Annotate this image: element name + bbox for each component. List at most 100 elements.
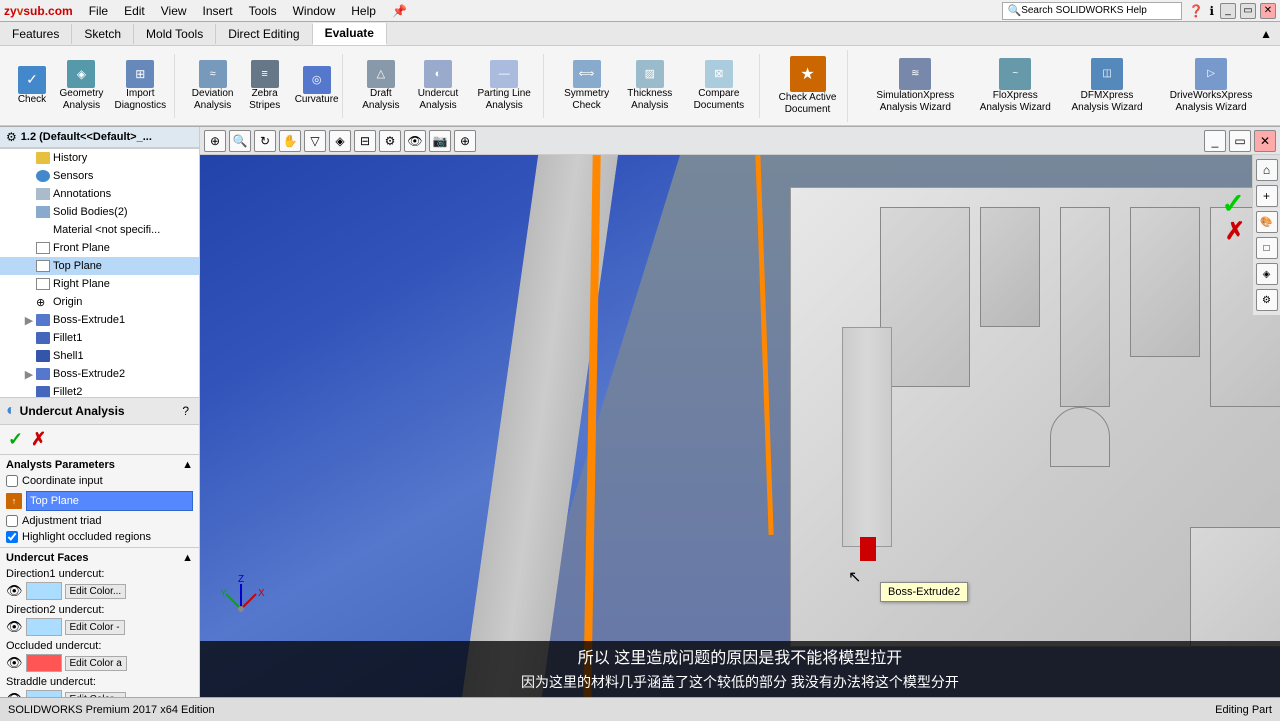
display-style-button[interactable]: ◈ bbox=[329, 130, 351, 152]
cancel-button[interactable]: ✗ bbox=[31, 429, 46, 450]
tree-item-annotations[interactable]: Annotations bbox=[0, 185, 199, 203]
params-collapse-button[interactable]: ▲ bbox=[182, 459, 193, 471]
occluded-count[interactable]: 153 bbox=[26, 654, 62, 672]
vp-close-button[interactable]: ✕ bbox=[1254, 130, 1276, 152]
close-button[interactable]: ✕ bbox=[1260, 3, 1276, 19]
pull-direction-input[interactable] bbox=[26, 491, 193, 511]
tree-item-shell1[interactable]: Shell1 bbox=[0, 347, 199, 365]
tab-mold-tools[interactable]: Mold Tools bbox=[134, 24, 216, 44]
tree-item-material[interactable]: Material <not specifi... bbox=[0, 221, 199, 239]
tree-item-history[interactable]: History bbox=[0, 149, 199, 167]
compare-documents-button[interactable]: ⊠ Compare Documents bbox=[685, 58, 753, 114]
vp-maximize-button[interactable]: ▭ bbox=[1229, 130, 1251, 152]
view-cube-button[interactable]: □ bbox=[1256, 237, 1278, 259]
pan-button[interactable]: ✋ bbox=[279, 130, 301, 152]
simulation-xpress-button[interactable]: ≋ SimulationXpress Analysis Wizard bbox=[862, 56, 969, 116]
tree-expander[interactable] bbox=[22, 295, 36, 309]
tab-sketch[interactable]: Sketch bbox=[72, 24, 134, 44]
info-icon[interactable]: ℹ bbox=[1209, 4, 1214, 18]
check-active-document-button[interactable]: ★ Check ActiveDocument bbox=[775, 54, 841, 118]
zoom-button[interactable]: + bbox=[1256, 185, 1278, 207]
vp-minimize-button[interactable]: _ bbox=[1204, 130, 1226, 152]
tree-item-right-plane[interactable]: Right Plane bbox=[0, 275, 199, 293]
tree-expander[interactable] bbox=[22, 385, 36, 398]
pull-direction-icon[interactable]: ↑ bbox=[6, 493, 22, 509]
appearance-button[interactable]: 🎨 bbox=[1256, 211, 1278, 233]
tree-item-front-plane[interactable]: Front Plane bbox=[0, 239, 199, 257]
tree-expander[interactable] bbox=[22, 187, 36, 201]
import-diagnostics-button[interactable]: ⊞ Import Diagnostics bbox=[113, 58, 168, 114]
tree-expander[interactable] bbox=[22, 241, 36, 255]
restore-button[interactable]: ▭ bbox=[1240, 3, 1256, 19]
curvature-button[interactable]: ◎ Curvature bbox=[293, 64, 341, 108]
view-selector-button[interactable]: ▽ bbox=[304, 130, 326, 152]
undercut-collapse-button[interactable]: ▲ bbox=[182, 552, 193, 564]
render-button[interactable]: ◈ bbox=[1256, 263, 1278, 285]
geometry-analysis-button[interactable]: ◈ Geometry Analysis bbox=[54, 58, 109, 114]
tree-expander[interactable] bbox=[22, 349, 36, 363]
tree-item-fillet2[interactable]: Fillet2 bbox=[0, 383, 199, 398]
tree-item-top-plane[interactable]: Top Plane bbox=[0, 257, 199, 275]
eye-icon-2[interactable]: 👁 bbox=[6, 619, 23, 635]
tree-expander[interactable] bbox=[22, 259, 36, 273]
menu-help[interactable]: Help bbox=[343, 2, 384, 20]
tree-expander[interactable] bbox=[22, 277, 36, 291]
confirm-button[interactable]: ✓ bbox=[8, 429, 23, 450]
rotate-button[interactable]: ↻ bbox=[254, 130, 276, 152]
pin-icon[interactable]: 📌 bbox=[392, 4, 407, 18]
tree-item-fillet1[interactable]: Fillet1 bbox=[0, 329, 199, 347]
eye-icon-4[interactable]: 👁 bbox=[6, 691, 23, 697]
search-input[interactable] bbox=[1021, 5, 1161, 16]
direction2-count[interactable]: 0 bbox=[26, 618, 62, 636]
edit-color-3-button[interactable]: Edit Color a bbox=[65, 656, 127, 671]
help-icon[interactable]: ❓ bbox=[1188, 4, 1203, 18]
menu-window[interactable]: Window bbox=[285, 2, 344, 20]
tree-item-boss-extrude2[interactable]: ▶ Boss-Extrude2 bbox=[0, 365, 199, 383]
menu-edit[interactable]: Edit bbox=[116, 2, 153, 20]
tree-expander[interactable] bbox=[22, 205, 36, 219]
edit-color-2-button[interactable]: Edit Color - bbox=[65, 620, 125, 635]
tree-expander[interactable]: ▶ bbox=[22, 313, 36, 327]
zebra-stripes-button[interactable]: ≡ Zebra Stripes bbox=[241, 58, 289, 114]
tree-expander[interactable] bbox=[22, 331, 36, 345]
tree-item-sensors[interactable]: Sensors bbox=[0, 167, 199, 185]
undercut-analysis-button[interactable]: ◐ Undercut Analysis bbox=[409, 58, 467, 114]
viewport[interactable]: ⊕ 🔍 ↻ ✋ ▽ ◈ ⊟ ⚙ 👁 📷 ⊕ _ ▭ ✕ bbox=[200, 127, 1280, 697]
tab-evaluate[interactable]: Evaluate bbox=[313, 23, 387, 45]
adjustment-checkbox[interactable] bbox=[6, 515, 18, 527]
analysis-help-button[interactable]: ? bbox=[182, 404, 189, 418]
tree-item-solid-bodies[interactable]: Solid Bodies(2) bbox=[0, 203, 199, 221]
deviation-analysis-button[interactable]: ≈ Deviation Analysis bbox=[189, 58, 237, 114]
direction1-count[interactable]: 0 bbox=[26, 582, 62, 600]
home-view-button[interactable]: ⌂ bbox=[1256, 159, 1278, 181]
parting-line-analysis-button[interactable]: — Parting Line Analysis bbox=[471, 58, 537, 114]
tree-expander[interactable] bbox=[22, 223, 36, 237]
hide-show-button[interactable]: 👁 bbox=[404, 130, 426, 152]
menu-view[interactable]: View bbox=[153, 2, 195, 20]
menu-insert[interactable]: Insert bbox=[195, 2, 241, 20]
zoom-to-fit-button[interactable]: ⊕ bbox=[204, 130, 226, 152]
coordinate-checkbox[interactable] bbox=[6, 475, 18, 487]
view-options-button[interactable]: ⚙ bbox=[379, 130, 401, 152]
tab-features[interactable]: Features bbox=[0, 24, 72, 44]
tree-expander[interactable] bbox=[22, 169, 36, 183]
tree-expander[interactable]: ▶ bbox=[22, 367, 36, 381]
eye-icon-3[interactable]: 👁 bbox=[6, 655, 23, 671]
tree-expander[interactable] bbox=[22, 151, 36, 165]
thickness-analysis-button[interactable]: ▨ Thickness Analysis bbox=[619, 58, 681, 114]
straddle-count[interactable]: 0 bbox=[26, 690, 62, 697]
eye-icon-1[interactable]: 👁 bbox=[6, 583, 23, 599]
highlight-checkbox[interactable] bbox=[6, 531, 18, 543]
menu-file[interactable]: File bbox=[81, 2, 116, 20]
floxpress-button[interactable]: ~ FloXpress Analysis Wizard bbox=[973, 56, 1058, 116]
section-view-button[interactable]: ⊟ bbox=[354, 130, 376, 152]
zoom-in-button[interactable]: 🔍 bbox=[229, 130, 251, 152]
symmetry-check-button[interactable]: ⟺ Symmetry Check bbox=[558, 58, 615, 114]
triad-button[interactable]: ⊕ bbox=[454, 130, 476, 152]
tree-item-boss-extrude1[interactable]: ▶ Boss-Extrude1 bbox=[0, 311, 199, 329]
draft-analysis-button[interactable]: △ Draft Analysis bbox=[357, 58, 405, 114]
ribbon-collapse[interactable]: ▲ bbox=[1260, 27, 1280, 41]
tree-item-origin[interactable]: ⊕ Origin bbox=[0, 293, 199, 311]
driveworks-button[interactable]: ▷ DriveWorksXpress Analysis Wizard bbox=[1156, 56, 1266, 116]
settings-vp-button[interactable]: ⚙ bbox=[1256, 289, 1278, 311]
